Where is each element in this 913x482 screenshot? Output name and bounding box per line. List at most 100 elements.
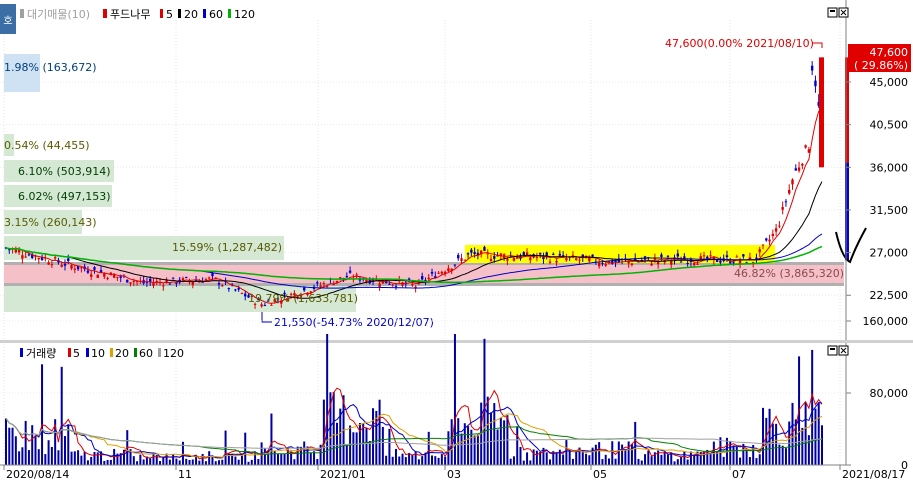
date-axis-label: 11 bbox=[178, 468, 192, 481]
date-axis: 2020/08/14 11 2021/01 03 05 07 2021/08/17 bbox=[3, 465, 905, 481]
candle-body bbox=[103, 273, 106, 277]
candle-body bbox=[227, 288, 231, 290]
volume-bar bbox=[499, 417, 502, 465]
candle-body bbox=[725, 255, 729, 258]
volume-bar bbox=[191, 459, 194, 465]
volume-bar bbox=[73, 451, 76, 465]
volume-bar bbox=[172, 454, 175, 465]
legend-vma10[interactable]: 10 bbox=[91, 347, 105, 360]
legend-vma5[interactable]: 5 bbox=[73, 347, 80, 360]
price-panel: 1.98% (163,672) 0.54% (44,455) 6.10% (50… bbox=[0, 0, 913, 465]
candle-body bbox=[545, 252, 548, 256]
volume-bar bbox=[388, 428, 391, 465]
candle-body bbox=[244, 293, 247, 297]
date-axis-label: 2021/01 bbox=[320, 468, 366, 481]
candle-body bbox=[211, 273, 214, 277]
volume-bar bbox=[103, 460, 106, 465]
candle-body bbox=[303, 287, 306, 291]
volume-bar bbox=[821, 425, 823, 465]
volume-axis-label: 160,000 bbox=[863, 315, 909, 328]
volume-bar bbox=[109, 459, 112, 465]
candle-body bbox=[781, 207, 784, 210]
candle-body bbox=[512, 257, 516, 261]
volume-bar bbox=[90, 456, 93, 465]
legend-volume-profile[interactable]: 대기매물(10) bbox=[27, 8, 90, 21]
volume-bar bbox=[322, 399, 325, 465]
volume-profile-label-5: 15.59% (1,287,482) bbox=[172, 241, 282, 254]
candle-body bbox=[237, 287, 240, 290]
price-axis-label: 31,500 bbox=[870, 204, 909, 217]
volume-bar bbox=[244, 432, 247, 465]
legend-vma60[interactable]: 60 bbox=[139, 347, 153, 360]
volume-bar bbox=[526, 452, 529, 465]
legend-ma120[interactable]: 120 bbox=[234, 8, 255, 21]
candle-body bbox=[597, 262, 601, 267]
volume-bar bbox=[431, 455, 434, 465]
panel-handle-glyph: 호 bbox=[3, 15, 12, 27]
volume-bar bbox=[198, 460, 201, 465]
volume-bar bbox=[568, 449, 571, 465]
price-panel-maximize-button[interactable] bbox=[827, 7, 838, 18]
volume-bar bbox=[811, 349, 814, 465]
volume-bar bbox=[277, 453, 279, 465]
volume-bar bbox=[378, 399, 381, 465]
price-legend: 대기매물(10) 푸드나무 5 20 60 120 bbox=[20, 8, 255, 21]
candle-body bbox=[86, 270, 90, 273]
volume-bar bbox=[680, 456, 683, 465]
stock-chart-window: 1.98% (163,672) 0.54% (44,455) 6.10% (50… bbox=[0, 0, 913, 481]
volume-bar bbox=[316, 459, 319, 465]
candle-body bbox=[715, 259, 719, 262]
volume-bar bbox=[280, 453, 283, 465]
candle-body bbox=[470, 249, 473, 253]
maximize-icon[interactable] bbox=[827, 345, 838, 356]
candle-body bbox=[719, 260, 722, 263]
volume-bar bbox=[781, 445, 784, 465]
candle-body bbox=[99, 270, 103, 273]
candle-body bbox=[660, 254, 663, 257]
legend-vma20[interactable]: 20 bbox=[115, 347, 129, 360]
high-price-annotation: 47,600(0.00% 2021/08/10) bbox=[665, 37, 814, 50]
legend-swatch-ma120 bbox=[228, 9, 231, 18]
volume-panel-maximize-button[interactable] bbox=[827, 345, 838, 356]
candle-body bbox=[67, 258, 70, 261]
candle-body bbox=[394, 286, 398, 288]
price-panel-close-button[interactable] bbox=[838, 7, 849, 18]
maximize-icon[interactable] bbox=[827, 7, 838, 18]
volume-bar bbox=[689, 451, 692, 465]
legend-swatch-volume bbox=[20, 348, 23, 357]
date-axis-label: 05 bbox=[593, 468, 607, 481]
maximize-icon-bar bbox=[830, 10, 835, 12]
candle-body bbox=[758, 249, 761, 253]
candle-body bbox=[788, 189, 791, 194]
legend-swatch-vma10 bbox=[86, 348, 89, 357]
volume-bar bbox=[673, 461, 676, 465]
candle-body bbox=[575, 258, 578, 261]
legend-ma60[interactable]: 60 bbox=[209, 8, 223, 21]
legend-ma20[interactable]: 20 bbox=[184, 8, 198, 21]
candle-body bbox=[80, 267, 83, 269]
volume-bar bbox=[476, 434, 479, 465]
candle-body bbox=[466, 253, 470, 255]
candle-body bbox=[489, 258, 493, 261]
candle-body bbox=[457, 254, 460, 259]
candle-body bbox=[765, 238, 768, 241]
volume-bar bbox=[555, 452, 558, 465]
candle-body bbox=[162, 285, 165, 287]
volume-bar bbox=[486, 396, 489, 465]
volume-bar bbox=[575, 450, 578, 465]
volume-bar bbox=[24, 420, 27, 465]
volume-bar bbox=[467, 426, 470, 465]
volume-bar bbox=[63, 436, 66, 465]
volume-bar bbox=[355, 432, 358, 465]
candle-body bbox=[810, 65, 814, 71]
volume-panel-close-button[interactable] bbox=[838, 345, 849, 356]
legend-vma120[interactable]: 120 bbox=[163, 347, 184, 360]
volume-bar bbox=[529, 460, 532, 465]
legend-ma5[interactable]: 5 bbox=[166, 8, 173, 21]
legend-volume-title[interactable]: 거래량 bbox=[26, 347, 56, 360]
candle-body bbox=[447, 268, 450, 272]
legend-stock-name[interactable]: 푸드나무 bbox=[110, 8, 150, 21]
candle-body bbox=[666, 255, 670, 257]
panel-separator[interactable] bbox=[0, 340, 913, 343]
candle-body bbox=[604, 263, 607, 266]
